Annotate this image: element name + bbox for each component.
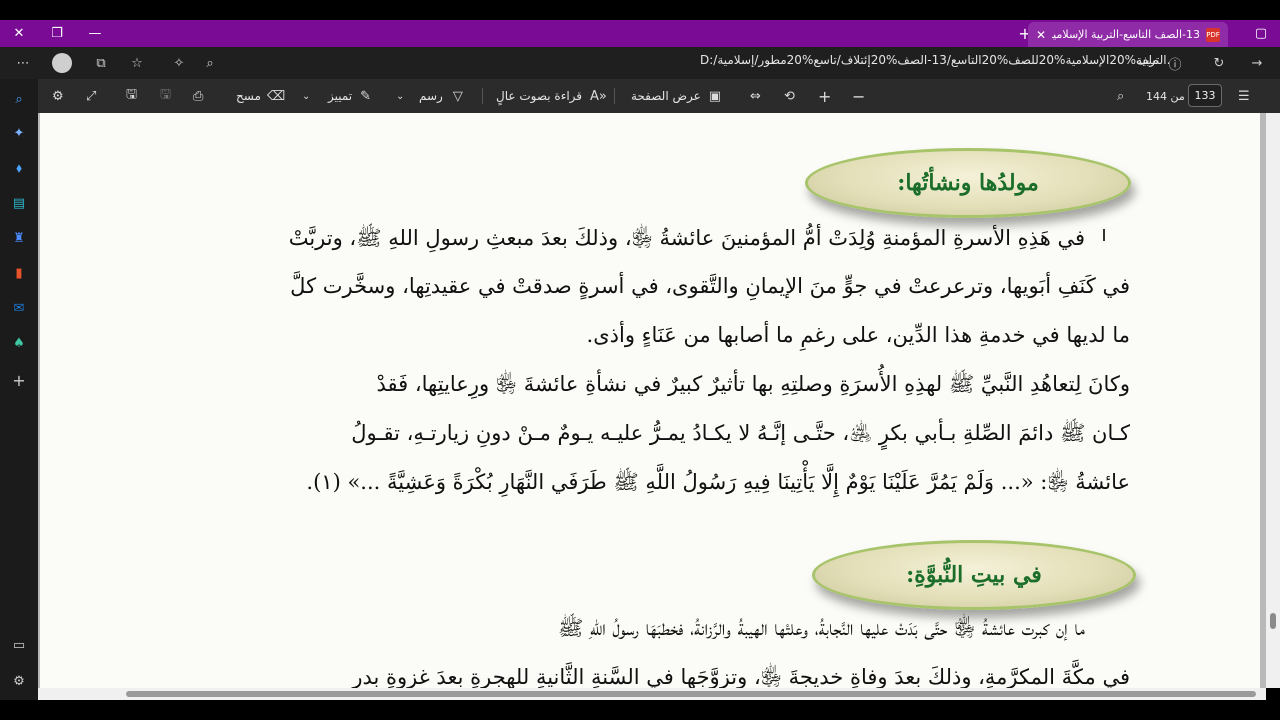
- forward-icon[interactable]: →: [1246, 53, 1268, 73]
- pen-icon: ▽: [452, 88, 463, 104]
- outlook-icon[interactable]: ✉: [9, 298, 29, 318]
- erase-label: مسح: [236, 89, 261, 103]
- pdf-toolbar: ⚙ ⤢ 🖫 🖫 ⎙ مسح ⌫ ⌄ تمييز ✎ ⌄ رسم ▽ قراءة …: [0, 79, 1280, 113]
- page-view-label: عرض الصفحة: [631, 89, 701, 103]
- rotate-icon[interactable]: ⟲: [784, 87, 795, 105]
- print-icon[interactable]: ⎙: [193, 87, 203, 105]
- section-heading-banner: مولدُها ونشأتُها:: [805, 148, 1131, 218]
- highlighter-icon: ✎: [360, 88, 372, 104]
- para2-line1: وكانَ لِتعاهُدِ النَّبيِّ ﷺ لهذِهِ الأُس…: [376, 372, 1130, 396]
- url-field[interactable]: D:/التربية%20الإسلامية%20للصف%20التاسع/1…: [700, 53, 1170, 73]
- refresh-icon[interactable]: ↻: [1208, 53, 1230, 73]
- tab-pdf[interactable]: PDF 13-الصف التاسع-التربية الإسلامية.pdf…: [1028, 22, 1228, 47]
- games-icon[interactable]: ♜: [9, 228, 29, 248]
- zoom-in-icon[interactable]: +: [818, 87, 831, 106]
- page-view-icon: ▣: [708, 88, 722, 104]
- read-aloud-icon: A»: [590, 88, 607, 104]
- erase-button[interactable]: مسح ⌫: [236, 87, 285, 105]
- info-icon[interactable]: ⓘ: [1164, 53, 1186, 73]
- copilot-icon[interactable]: ✦: [9, 123, 29, 143]
- sidebar-toggle-icon[interactable]: ▭: [9, 635, 29, 655]
- search-icon[interactable]: ⌕: [1117, 87, 1124, 105]
- page-number-input[interactable]: 133: [1188, 84, 1222, 107]
- para2-line2: كـان ﷺ دائمَ الصِّلةِ بـأبي بكرٍ ﵁، حتَّ…: [351, 421, 1130, 445]
- search-icon[interactable]: ⌕: [9, 89, 29, 109]
- tab-title: 13-الصف التاسع-التربية الإسلامية.pdf: [1052, 28, 1200, 41]
- section-heading-banner: في بيتِ النُّبوَّةِ:: [812, 540, 1136, 610]
- fullscreen-icon[interactable]: ⤢: [86, 87, 96, 105]
- draw-label: رسم: [419, 89, 443, 103]
- shopping-tag-icon[interactable]: ⬧: [9, 158, 29, 178]
- tab-close-icon[interactable]: ✕: [1036, 28, 1046, 42]
- drop-icon[interactable]: ♠: [9, 333, 29, 353]
- tools-icon[interactable]: ▤: [9, 193, 29, 213]
- bottom-edge: [0, 700, 1280, 720]
- read-aloud-button[interactable]: قراءة بصوت عالٍ A»: [496, 87, 607, 105]
- pdf-page: مولدُها ونشأتُها: في هَذِهِ الأسرةِ المؤ…: [40, 113, 1260, 688]
- chevron-down-icon[interactable]: ⌄: [396, 87, 404, 105]
- pdf-file-icon: PDF: [1206, 27, 1220, 42]
- draw-button[interactable]: رسم ▽: [419, 87, 463, 105]
- fit-width-icon[interactable]: ⇔: [750, 87, 761, 105]
- para3-line2: في مكَّةَ المكرَّمةِ، وذلكَ بعدَ وفاةِ خ…: [352, 665, 1130, 688]
- sidebar-settings-icon[interactable]: ⚙: [9, 671, 29, 691]
- pdf-viewer[interactable]: مولدُها ونشأتُها: في هَذِهِ الأسرةِ المؤ…: [38, 113, 1270, 688]
- address-bar: ⋯ ⧉ ☆ ✧ ⌕ D:/التربية%20الإسلامية%20للصف%…: [0, 47, 1280, 79]
- chevron-down-icon[interactable]: ⌄: [302, 87, 310, 105]
- page-view-button[interactable]: عرض الصفحة ▣: [631, 87, 721, 105]
- page-count: من 144: [1146, 89, 1185, 103]
- edge-sidebar: ⌕ ✦ ⬧ ▤ ♜ ▮ ✉ ♠ + ▭ ⚙: [0, 79, 38, 720]
- read-aloud-label: قراءة بصوت عالٍ: [496, 89, 583, 103]
- vertical-scrollbar[interactable]: [1266, 113, 1280, 688]
- extensions-icon[interactable]: ✧: [168, 53, 190, 73]
- zoom-icon[interactable]: ⌕: [199, 53, 221, 73]
- office-icon[interactable]: ▮: [9, 263, 29, 283]
- horizontal-scroll-thumb[interactable]: [126, 691, 1256, 697]
- title-bar: ✕ ❐ — + PDF 13-الصف التاسع-التربية الإسل…: [0, 20, 1280, 47]
- para1-line3: ما لديها في خدمةِ هذا الدِّين، على رغمِ …: [586, 323, 1130, 347]
- vertical-scroll-thumb[interactable]: [1270, 613, 1276, 629]
- para1-line1: في هَذِهِ الأسرةِ المؤمنةِ وُلِدَتْ أمُّ…: [288, 226, 1085, 250]
- save-as-icon[interactable]: 🖫: [126, 87, 137, 105]
- file-label: ملف: [1136, 53, 1159, 67]
- toolbar-divider: [482, 88, 483, 104]
- minimize-window-icon[interactable]: —: [76, 20, 114, 47]
- favorites-icon[interactable]: ☆: [126, 53, 148, 73]
- tab-actions-icon[interactable]: ▢: [1248, 20, 1274, 47]
- collections-icon[interactable]: ⧉: [90, 53, 112, 73]
- highlight-label: تمييز: [328, 89, 353, 103]
- heading-prophet-house: في بيتِ النُّبوَّةِ:: [906, 562, 1042, 588]
- settings-icon[interactable]: ⚙: [52, 87, 64, 105]
- screen: ✕ ❐ — + PDF 13-الصف التاسع-التربية الإسل…: [0, 0, 1280, 720]
- para2-line3: عائشةُ ﵂: «... وَلَمْ يَمُرَّ عَلَيْنَا …: [306, 470, 1130, 494]
- close-window-icon[interactable]: ✕: [0, 20, 38, 47]
- save-icon: 🖫: [160, 87, 172, 102]
- table-of-contents-icon[interactable]: ☰: [1238, 87, 1250, 105]
- zoom-out-icon[interactable]: −: [852, 87, 865, 106]
- toolbar-divider: [614, 88, 615, 104]
- para1-line2: في كَنَفِ أبَويها، وترعرعتْ في جوٍّ منَ …: [290, 274, 1130, 298]
- para3-line1: ما إن كبرت عائشةُ ﵂ حتَّى بَدَتْ عليها ا…: [557, 616, 1085, 640]
- profile-avatar[interactable]: [52, 53, 72, 73]
- more-options-icon[interactable]: ⋯: [12, 53, 34, 73]
- horizontal-scrollbar[interactable]: [38, 688, 1266, 700]
- mouse-cursor: [1103, 229, 1111, 241]
- add-icon[interactable]: +: [9, 370, 29, 390]
- heading-birth: مولدُها ونشأتُها:: [897, 170, 1039, 196]
- restore-window-icon[interactable]: ❐: [38, 20, 76, 47]
- highlight-button[interactable]: تمييز ✎: [328, 87, 371, 105]
- eraser-icon: ⌫: [266, 88, 286, 104]
